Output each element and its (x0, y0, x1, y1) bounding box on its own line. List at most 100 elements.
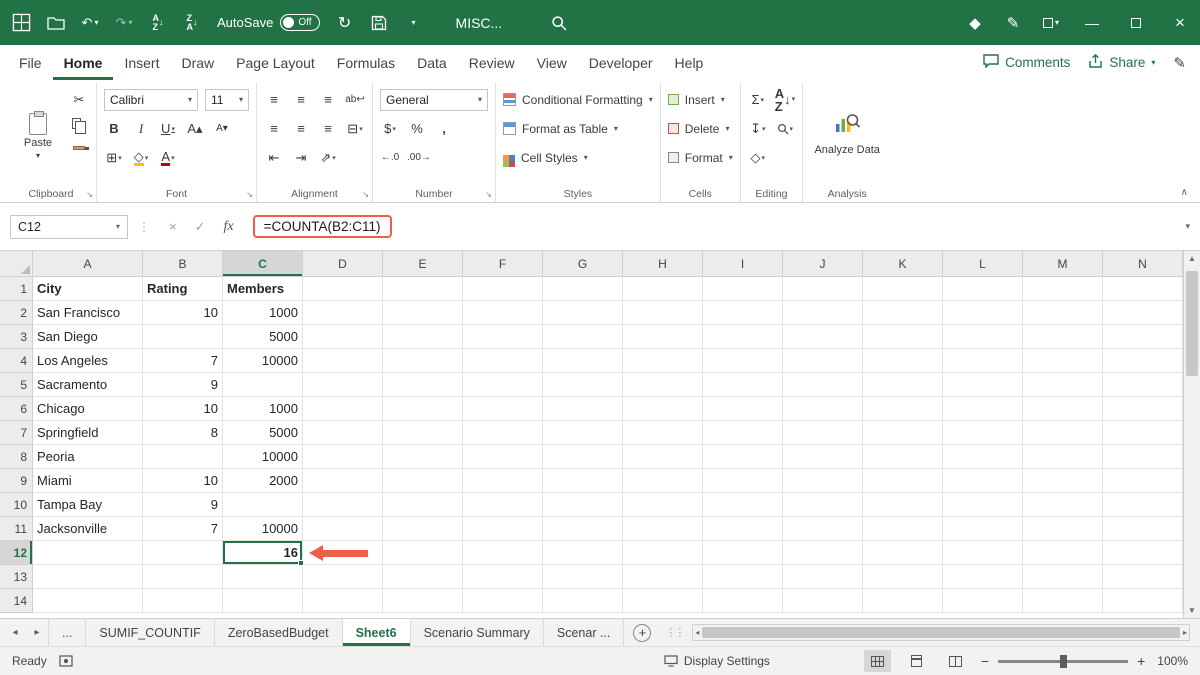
zoom-out-icon[interactable]: − (981, 653, 989, 669)
cell-K1[interactable] (863, 277, 943, 301)
cell-L12[interactable] (943, 541, 1023, 565)
tab-bar-grip[interactable]: ⋮⋮ (665, 626, 685, 639)
analyze-data-button[interactable]: Analyze Data (810, 85, 884, 184)
cell-F12[interactable] (463, 541, 543, 565)
cell-K12[interactable] (863, 541, 943, 565)
cell-K11[interactable] (863, 517, 943, 541)
cell-E7[interactable] (383, 421, 463, 445)
cell-G7[interactable] (543, 421, 623, 445)
cell-F4[interactable] (463, 349, 543, 373)
cell-M8[interactable] (1023, 445, 1103, 469)
sort-az-icon[interactable]: A Z ↓ (149, 12, 167, 34)
column-header-K[interactable]: K (863, 251, 943, 277)
share-button[interactable]: Share ▾ (1088, 53, 1155, 71)
clear-icon[interactable]: ◇ ▾ (748, 147, 768, 168)
cell-H9[interactable] (623, 469, 703, 493)
cell-C6[interactable]: 1000 (223, 397, 303, 421)
autosum-icon[interactable]: Σ ▾ (748, 89, 768, 110)
row-header-11[interactable]: 11 (0, 517, 33, 541)
cell-B3[interactable] (143, 325, 223, 349)
collapse-ribbon-icon[interactable]: ∧ (1181, 187, 1188, 198)
cell-J3[interactable] (783, 325, 863, 349)
cell-J6[interactable] (783, 397, 863, 421)
cell-B7[interactable]: 8 (143, 421, 223, 445)
cell-M9[interactable] (1023, 469, 1103, 493)
ribbon-tab-page-layout[interactable]: Page Layout (225, 45, 326, 80)
cell-G11[interactable] (543, 517, 623, 541)
sheet-tab-scenar[interactable]: Scenar ... (543, 619, 625, 646)
cell-D14[interactable] (303, 589, 383, 613)
cell-J4[interactable] (783, 349, 863, 373)
cell-styles-button[interactable]: Cell Styles ▾ (503, 143, 653, 172)
cell-H8[interactable] (623, 445, 703, 469)
borders-icon[interactable]: ⊞ ▾ (104, 147, 124, 168)
cell-L14[interactable] (943, 589, 1023, 613)
cell-G6[interactable] (543, 397, 623, 421)
align-top-icon[interactable]: ≡ (264, 89, 284, 110)
find-select-icon[interactable]: ▾ (775, 118, 795, 139)
cell-D11[interactable] (303, 517, 383, 541)
column-header-N[interactable]: N (1103, 251, 1183, 277)
copy-icon[interactable]: ▾ (69, 113, 89, 134)
page-layout-view-button[interactable] (903, 650, 930, 672)
column-header-E[interactable]: E (383, 251, 463, 277)
bold-button[interactable]: B (104, 118, 124, 139)
cell-B4[interactable]: 7 (143, 349, 223, 373)
cell-B9[interactable]: 10 (143, 469, 223, 493)
cell-M5[interactable] (1023, 373, 1103, 397)
cell-K3[interactable] (863, 325, 943, 349)
confirm-entry-icon[interactable]: ✓ (195, 219, 206, 235)
save-icon[interactable] (370, 12, 388, 34)
font-size-combo[interactable]: 11 ▾ (205, 88, 249, 111)
clipboard-dialog-launcher[interactable]: ↘ (86, 190, 93, 199)
cell-I12[interactable] (703, 541, 783, 565)
column-header-L[interactable]: L (943, 251, 1023, 277)
cell-N5[interactable] (1103, 373, 1183, 397)
decrease-indent-icon[interactable]: ⇤ (264, 147, 284, 168)
cell-C10[interactable] (223, 493, 303, 517)
vertical-scroll-thumb[interactable] (1186, 271, 1198, 376)
cell-J12[interactable] (783, 541, 863, 565)
cell-H13[interactable] (623, 565, 703, 589)
maximize-button[interactable] (1116, 0, 1156, 45)
cell-I2[interactable] (703, 301, 783, 325)
column-header-F[interactable]: F (463, 251, 543, 277)
excel-app-icon[interactable] (12, 12, 31, 34)
cell-J10[interactable] (783, 493, 863, 517)
ribbon-tab-home[interactable]: Home (53, 45, 114, 80)
ribbon-tab-help[interactable]: Help (664, 45, 715, 80)
decrease-font-size-icon[interactable]: A▾ (212, 118, 232, 139)
percent-icon[interactable]: % (407, 118, 427, 139)
ribbon-tab-file[interactable]: File (8, 45, 53, 80)
cell-F5[interactable] (463, 373, 543, 397)
cell-D5[interactable] (303, 373, 383, 397)
row-header-6[interactable]: 6 (0, 397, 33, 421)
normal-view-button[interactable] (863, 650, 891, 672)
cell-J11[interactable] (783, 517, 863, 541)
cell-J5[interactable] (783, 373, 863, 397)
cell-A5[interactable]: Sacramento (33, 373, 143, 397)
cell-A10[interactable]: Tampa Bay (33, 493, 143, 517)
cell-H11[interactable] (623, 517, 703, 541)
cell-E9[interactable] (383, 469, 463, 493)
cell-G2[interactable] (543, 301, 623, 325)
cell-N8[interactable] (1103, 445, 1183, 469)
cell-A6[interactable]: Chicago (33, 397, 143, 421)
scroll-right-icon[interactable]: ▸ (1183, 628, 1187, 637)
cell-G9[interactable] (543, 469, 623, 493)
ribbon-tab-draw[interactable]: Draw (170, 45, 225, 80)
row-header-13[interactable]: 13 (0, 565, 33, 589)
cell-E8[interactable] (383, 445, 463, 469)
column-header-G[interactable]: G (543, 251, 623, 277)
cell-A8[interactable]: Peoria (33, 445, 143, 469)
cell-K5[interactable] (863, 373, 943, 397)
horizontal-scroll-thumb[interactable] (702, 627, 1180, 638)
cell-H4[interactable] (623, 349, 703, 373)
cell-L8[interactable] (943, 445, 1023, 469)
cell-M2[interactable] (1023, 301, 1103, 325)
cell-M7[interactable] (1023, 421, 1103, 445)
cell-D6[interactable] (303, 397, 383, 421)
column-header-A[interactable]: A (33, 251, 143, 277)
ribbon-options-icon[interactable]: ▾ (1034, 12, 1068, 34)
cell-F7[interactable] (463, 421, 543, 445)
